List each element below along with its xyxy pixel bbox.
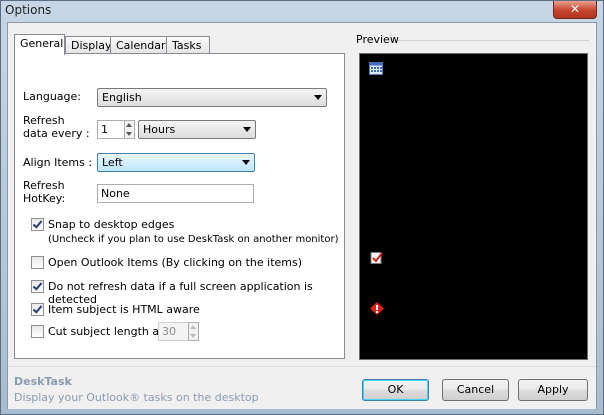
spin-down-icon[interactable] (126, 132, 132, 136)
dialog-client-area: General Display Calendar Tasks Language:… (7, 22, 597, 409)
preview-separator (398, 40, 589, 41)
spin-up-icon[interactable] (190, 325, 196, 329)
html-aware-checkbox[interactable] (31, 303, 44, 316)
cut-subject-checkbox[interactable] (31, 325, 44, 338)
align-items-dropdown[interactable]: Left (97, 153, 255, 172)
tab-display[interactable]: Display (65, 36, 112, 54)
tab-tasks[interactable]: Tasks (166, 36, 210, 54)
hotkey-input[interactable]: None (97, 184, 254, 203)
close-button[interactable]: ✕ (553, 1, 597, 19)
calendar-icon (369, 62, 383, 75)
cut-subject-stepper[interactable] (188, 322, 199, 341)
snap-checkbox[interactable] (31, 218, 44, 231)
dialog-footer: DeskTask Display your Outlook® tasks on … (8, 366, 596, 409)
preview-pane (359, 53, 588, 360)
app-description: Display your Outlook® tasks on the deskt… (14, 391, 259, 404)
options-window: Options ✕ General Display Calendar Tasks… (0, 0, 604, 415)
general-tab-panel: Language: English Refresh data every : 1 … (14, 53, 345, 359)
chevron-down-icon (242, 160, 250, 165)
language-label: Language: (23, 90, 81, 103)
language-value: English (102, 91, 142, 104)
refresh-unit-dropdown[interactable]: Hours (138, 120, 256, 139)
apply-button[interactable]: Apply (518, 379, 588, 401)
language-dropdown[interactable]: English (97, 88, 327, 107)
app-name: DeskTask (14, 375, 72, 388)
snap-label[interactable]: Snap to desktop edges (48, 218, 174, 231)
refresh-amount-input[interactable]: 1 (97, 120, 125, 139)
align-items-label: Align Items : (23, 156, 93, 169)
open-outlook-checkbox[interactable] (31, 256, 44, 269)
close-icon: ✕ (569, 2, 581, 16)
hotkey-label: Refresh HotKey: (23, 179, 66, 205)
tab-general[interactable]: General (14, 34, 65, 55)
ok-button[interactable]: OK (362, 379, 429, 401)
chevron-down-icon (243, 127, 251, 132)
cancel-button[interactable]: Cancel (442, 379, 509, 401)
open-outlook-label[interactable]: Open Outlook Items (By clicking on the i… (48, 256, 302, 269)
spin-up-icon[interactable] (126, 123, 132, 127)
cut-subject-label[interactable]: Cut subject length at: (48, 325, 167, 338)
task-check-icon (370, 252, 383, 264)
snap-note: (Uncheck if you plan to use DeskTask on … (48, 234, 339, 245)
spin-down-icon[interactable] (190, 334, 196, 338)
chevron-down-icon (314, 95, 322, 100)
refresh-label: Refresh data every : (23, 114, 90, 140)
cut-subject-length-input[interactable]: 30 (158, 322, 189, 341)
html-aware-label[interactable]: Item subject is HTML aware (48, 303, 200, 316)
no-refresh-fullscreen-checkbox[interactable] (31, 280, 44, 293)
title-bar[interactable]: Options ✕ (1, 1, 603, 21)
priority-alert-icon (370, 302, 384, 315)
window-title: Options (5, 3, 52, 17)
refresh-amount-stepper[interactable] (124, 120, 135, 139)
tab-calendar[interactable]: Calendar (110, 36, 167, 54)
preview-label: Preview (356, 33, 399, 46)
